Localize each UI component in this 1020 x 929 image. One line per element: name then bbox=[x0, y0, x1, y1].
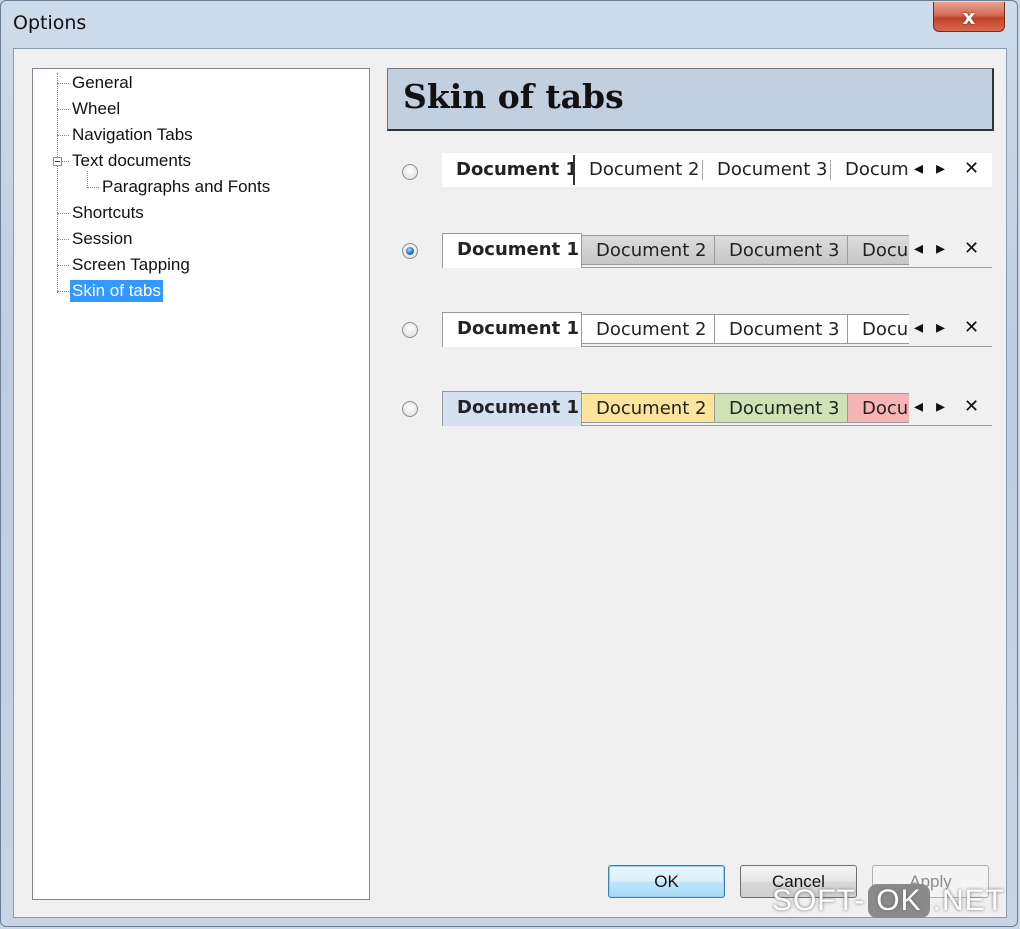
tab-document-4[interactable]: Docu bbox=[848, 235, 909, 265]
tab-document-4[interactable]: Docum bbox=[831, 160, 909, 180]
watermark: SOFT- OK .NET bbox=[772, 884, 1005, 918]
options-tree[interactable]: General Wheel Navigation Tabs Text docum… bbox=[32, 68, 370, 900]
skin-radio-1[interactable] bbox=[402, 164, 418, 180]
skin-preview-4: Document 1 Document 2 Document 3 Docu ◂ … bbox=[442, 391, 992, 427]
tree-item-session[interactable]: Session bbox=[70, 228, 134, 250]
tree-line bbox=[57, 83, 69, 84]
tree-item-screen-tapping[interactable]: Screen Tapping bbox=[70, 254, 192, 276]
close-icon: x bbox=[962, 4, 976, 29]
tabstrip: Document 1 Document 2 Document 3 Docu bbox=[442, 391, 909, 427]
tree-line bbox=[87, 171, 88, 188]
tab-controls: ◂ ▸ ✕ bbox=[912, 312, 992, 346]
tab-document-1[interactable]: Document 1 bbox=[442, 233, 582, 268]
scroll-right-icon[interactable]: ▸ bbox=[936, 239, 945, 259]
scroll-left-icon[interactable]: ◂ bbox=[914, 397, 923, 417]
scroll-right-icon[interactable]: ▸ bbox=[936, 318, 945, 338]
tab-document-1[interactable]: Document 1 bbox=[442, 155, 575, 185]
options-window: Options x General Wheel Navigation Tabs … bbox=[0, 0, 1018, 927]
collapse-icon[interactable] bbox=[53, 157, 62, 166]
skin-radio-3[interactable] bbox=[402, 322, 418, 338]
close-tab-icon[interactable]: ✕ bbox=[964, 397, 979, 417]
window-title: Options bbox=[13, 12, 87, 34]
skin-radio-4[interactable] bbox=[402, 401, 418, 417]
tree-item-navigation-tabs[interactable]: Navigation Tabs bbox=[70, 124, 195, 146]
tabstrip: Document 1 Document 2 Document 3 Docum bbox=[442, 153, 909, 189]
tree-item-paragraphs-and-fonts[interactable]: Paragraphs and Fonts bbox=[100, 176, 272, 198]
tab-document-3[interactable]: Document 3 bbox=[715, 393, 848, 423]
tab-document-2[interactable]: Document 2 bbox=[575, 160, 703, 180]
tree-item-general[interactable]: General bbox=[70, 72, 134, 94]
watermark-mid: OK bbox=[868, 884, 930, 918]
tab-document-3[interactable]: Document 3 bbox=[703, 160, 831, 180]
scroll-right-icon[interactable]: ▸ bbox=[936, 397, 945, 417]
scroll-left-icon[interactable]: ◂ bbox=[914, 239, 923, 259]
tab-document-4[interactable]: Docu bbox=[848, 314, 909, 344]
tab-document-2[interactable]: Document 2 bbox=[582, 393, 715, 423]
tab-document-1[interactable]: Document 1 bbox=[442, 391, 582, 426]
tree-line bbox=[87, 187, 99, 188]
panel-header: Skin of tabs bbox=[387, 68, 994, 131]
tab-document-3[interactable]: Document 3 bbox=[715, 235, 848, 265]
tree-line bbox=[57, 265, 69, 266]
ok-button[interactable]: OK bbox=[608, 865, 725, 898]
page-title: Skin of tabs bbox=[403, 77, 624, 116]
tab-controls: ◂ ▸ ✕ bbox=[912, 233, 992, 267]
skin-preview-2: Document 1 Document 2 Document 3 Docu ◂ … bbox=[442, 233, 992, 269]
tree-line bbox=[57, 109, 69, 110]
scroll-left-icon[interactable]: ◂ bbox=[914, 159, 923, 179]
tree-line bbox=[57, 213, 69, 214]
tab-document-4[interactable]: Docu bbox=[848, 393, 909, 423]
scroll-right-icon[interactable]: ▸ bbox=[936, 159, 945, 179]
scroll-left-icon[interactable]: ◂ bbox=[914, 318, 923, 338]
tree-item-wheel[interactable]: Wheel bbox=[70, 98, 122, 120]
close-tab-icon[interactable]: ✕ bbox=[964, 159, 979, 179]
watermark-right: .NET bbox=[932, 884, 1005, 917]
tab-controls: ◂ ▸ ✕ bbox=[912, 153, 992, 187]
skin-preview-1: Document 1 Document 2 Document 3 Docum ◂… bbox=[442, 153, 992, 189]
tree-line bbox=[57, 135, 69, 136]
tree-line bbox=[57, 291, 69, 292]
tabstrip: Document 1 Document 2 Document 3 Docu bbox=[442, 233, 909, 269]
tree-item-shortcuts[interactable]: Shortcuts bbox=[70, 202, 146, 224]
tab-document-2[interactable]: Document 2 bbox=[582, 314, 715, 344]
tab-controls: ◂ ▸ ✕ bbox=[912, 391, 992, 425]
window-close-button[interactable]: x bbox=[933, 2, 1005, 32]
tree-item-skin-of-tabs[interactable]: Skin of tabs bbox=[70, 280, 163, 302]
tree-line bbox=[57, 239, 69, 240]
tree-item-text-documents[interactable]: Text documents bbox=[70, 150, 193, 172]
skin-radio-2[interactable] bbox=[402, 243, 418, 259]
tab-document-3[interactable]: Document 3 bbox=[715, 314, 848, 344]
close-tab-icon[interactable]: ✕ bbox=[964, 239, 979, 259]
tab-document-2[interactable]: Document 2 bbox=[582, 235, 715, 265]
watermark-left: SOFT- bbox=[771, 884, 866, 917]
tree-line bbox=[57, 73, 58, 293]
tab-document-1[interactable]: Document 1 bbox=[442, 312, 582, 347]
close-tab-icon[interactable]: ✕ bbox=[964, 318, 979, 338]
dialog-client: General Wheel Navigation Tabs Text docum… bbox=[13, 48, 1007, 918]
skin-preview-3: Document 1 Document 2 Document 3 Docu ◂ … bbox=[442, 312, 992, 348]
tabstrip: Document 1 Document 2 Document 3 Docu bbox=[442, 312, 909, 348]
